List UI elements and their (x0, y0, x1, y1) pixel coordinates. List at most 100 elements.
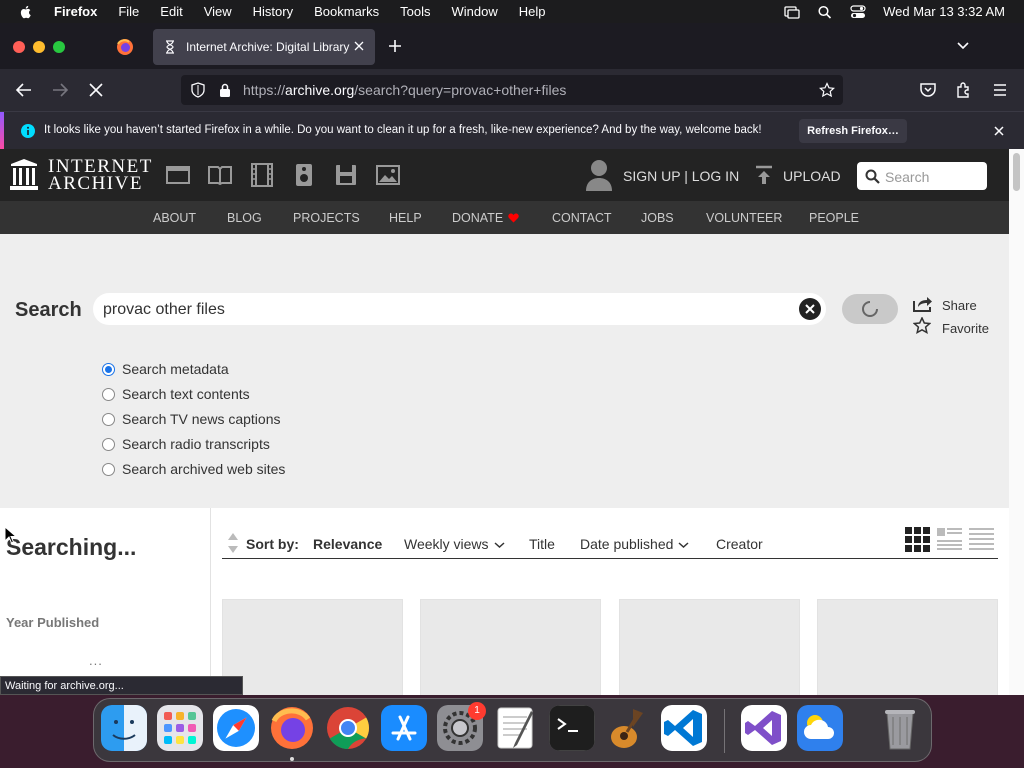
radio-indicator[interactable] (102, 438, 115, 451)
dock-firefox-icon[interactable] (269, 705, 315, 751)
dock-chrome-icon[interactable] (325, 705, 371, 751)
window-close-button[interactable] (13, 41, 25, 53)
apple-menu-icon[interactable] (18, 4, 34, 20)
dock-safari-icon[interactable] (213, 705, 259, 751)
vertical-scrollbar[interactable] (1009, 149, 1024, 695)
list-all-tabs-chevron-icon[interactable] (956, 39, 970, 53)
nav-blog[interactable]: BLOG (227, 211, 262, 225)
refresh-firefox-button[interactable]: Refresh Firefox… (799, 119, 907, 143)
sort-weekly-views[interactable]: Weekly views (404, 536, 505, 552)
close-tab-icon[interactable] (353, 40, 365, 52)
dock-textedit-icon[interactable] (493, 705, 539, 751)
audio-speaker-icon[interactable] (292, 163, 316, 187)
radio-search-web-sites[interactable]: Search archived web sites (102, 461, 285, 477)
display-mirroring-icon[interactable] (784, 5, 800, 19)
hamburger-menu-icon[interactable] (991, 81, 1009, 99)
sort-title[interactable]: Title (529, 536, 555, 552)
favorite-link[interactable]: Favorite (942, 321, 989, 336)
dock-terminal-icon[interactable] (549, 705, 595, 751)
dock-visual-studio-icon[interactable] (741, 705, 787, 751)
radio-search-radio-transcripts[interactable]: Search radio transcripts (102, 436, 270, 452)
sort-relevance[interactable]: Relevance (313, 536, 382, 552)
nav-about[interactable]: ABOUT (153, 211, 196, 225)
menu-edit[interactable]: Edit (160, 4, 182, 19)
video-film-icon[interactable] (250, 163, 274, 187)
bookmark-star-icon[interactable] (819, 82, 835, 98)
list-detail-view-icon[interactable] (937, 527, 962, 553)
nav-contact[interactable]: CONTACT (552, 211, 612, 225)
back-arrow-icon[interactable] (15, 81, 33, 99)
texts-book-icon[interactable] (208, 163, 232, 187)
favorite-star-icon[interactable] (913, 317, 931, 335)
tab-strip: Internet Archive: Digital Library (0, 23, 1024, 69)
tracking-protection-shield-icon[interactable] (190, 82, 206, 98)
dock-finder-icon[interactable] (101, 705, 147, 751)
radio-search-metadata[interactable]: Search metadata (102, 361, 229, 377)
menu-file[interactable]: File (118, 4, 139, 19)
window-zoom-button[interactable] (53, 41, 65, 53)
radio-indicator[interactable] (102, 413, 115, 426)
close-notification-icon[interactable] (993, 125, 1005, 137)
active-tab[interactable]: Internet Archive: Digital Library (153, 29, 375, 65)
sort-direction-icon[interactable] (227, 532, 239, 554)
nav-people[interactable]: PEOPLE (809, 211, 859, 225)
forward-arrow-icon[interactable] (51, 81, 69, 99)
radio-indicator[interactable] (102, 388, 115, 401)
firefox-view-icon[interactable] (116, 38, 134, 56)
stop-loading-icon[interactable] (87, 81, 105, 99)
nav-volunteer[interactable]: VOLUNTEER (706, 211, 782, 225)
menu-history[interactable]: History (253, 4, 293, 19)
web-archive-icon[interactable] (166, 163, 190, 187)
main-search-input[interactable]: provac other files (93, 293, 826, 325)
dock-trash-icon[interactable] (877, 705, 923, 751)
nav-jobs[interactable]: JOBS (641, 211, 674, 225)
radio-selected-indicator[interactable] (102, 363, 115, 376)
dock-launchpad-icon[interactable] (157, 705, 203, 751)
sign-up-log-in-link[interactable]: SIGN UP | LOG IN (623, 168, 739, 184)
sort-date-published[interactable]: Date published (580, 536, 689, 552)
url-text[interactable]: https://archive.org/search?query=provac+… (243, 82, 566, 98)
spotlight-search-icon[interactable] (817, 5, 833, 19)
nav-projects[interactable]: PROJECTS (293, 211, 360, 225)
dock-vscode-icon[interactable] (661, 705, 707, 751)
share-link[interactable]: Share (942, 298, 977, 313)
clear-search-icon[interactable] (799, 298, 821, 320)
compact-list-view-icon[interactable] (969, 527, 994, 553)
secure-lock-icon[interactable] (218, 82, 232, 98)
menu-help[interactable]: Help (519, 4, 546, 19)
menu-tools[interactable]: Tools (400, 4, 430, 19)
upload-arrow-icon[interactable] (755, 165, 773, 185)
radio-search-text-contents[interactable]: Search text contents (102, 386, 250, 402)
dock-weather-icon[interactable] (797, 705, 843, 751)
images-icon[interactable] (376, 163, 400, 187)
new-tab-icon[interactable] (387, 38, 403, 54)
software-floppy-icon[interactable] (334, 163, 358, 187)
nav-help[interactable]: HELP (389, 211, 422, 225)
sort-creator[interactable]: Creator (716, 536, 763, 552)
dock-app-store-icon[interactable] (381, 705, 427, 751)
menu-bookmarks[interactable]: Bookmarks (314, 4, 379, 19)
upload-link[interactable]: UPLOAD (783, 168, 841, 184)
user-avatar-icon[interactable] (585, 159, 613, 191)
ia-temple-logo-icon[interactable] (10, 159, 38, 191)
address-bar[interactable]: https://archive.org/search?query=provac+… (181, 75, 843, 105)
window-minimize-button[interactable] (33, 41, 45, 53)
menubar-clock[interactable]: Wed Mar 13 3:32 AM (883, 4, 1005, 19)
pocket-icon[interactable] (919, 81, 937, 99)
menu-view[interactable]: View (204, 4, 232, 19)
grid-view-icon[interactable] (905, 527, 930, 553)
ia-header-search-input[interactable]: Search (857, 162, 987, 190)
radio-indicator[interactable] (102, 463, 115, 476)
menu-window[interactable]: Window (452, 4, 498, 19)
radio-search-tv-captions[interactable]: Search TV news captions (102, 411, 281, 427)
nav-donate[interactable]: DONATE (452, 211, 519, 225)
ia-wordmark[interactable]: INTERNET ARCHIVE (48, 157, 153, 193)
scrollbar-thumb[interactable] (1013, 153, 1020, 191)
control-center-icon[interactable] (850, 4, 866, 19)
search-submit-button[interactable] (842, 294, 898, 324)
dock-garageband-icon[interactable] (605, 705, 651, 751)
result-tile-placeholder (420, 599, 601, 695)
extensions-puzzle-icon[interactable] (955, 81, 973, 99)
share-icon[interactable] (913, 295, 932, 312)
menu-app-name[interactable]: Firefox (54, 4, 97, 19)
